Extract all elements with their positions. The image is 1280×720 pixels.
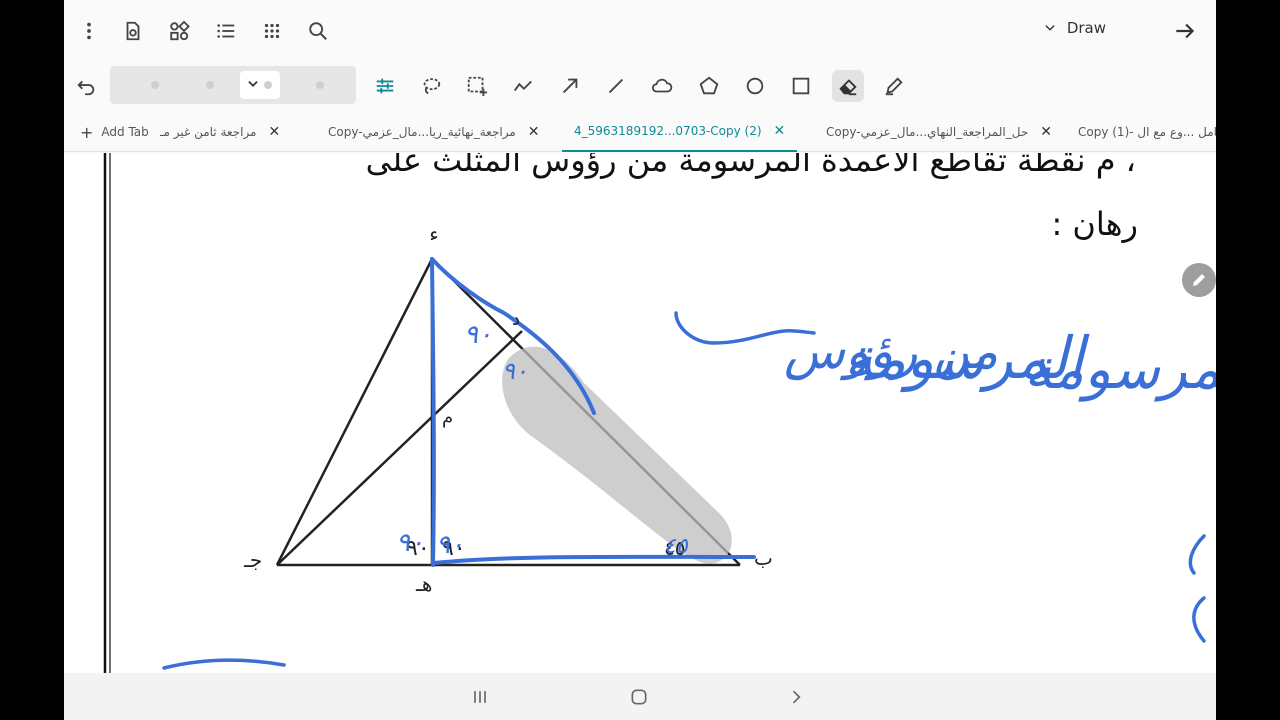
add-tab-button[interactable]: + Add Tab <box>80 112 149 152</box>
apps-grid-icon[interactable] <box>257 16 287 46</box>
pen-icon[interactable] <box>878 70 910 102</box>
pen-preset-4[interactable] <box>316 81 324 89</box>
home-icon[interactable] <box>627 685 651 709</box>
ink-text-3: ة المرسومة <box>1024 337 1216 402</box>
ink-angle-foot-right: ٩٠ <box>436 530 464 560</box>
pencil-icon <box>1193 274 1205 286</box>
tab-1[interactable]: مراجعة ثامن غير مـ ✕ <box>160 112 280 152</box>
vertex-label-right: ب <box>754 546 773 570</box>
vertex-label-foot: هـ <box>415 572 432 596</box>
list-icon[interactable] <box>211 16 241 46</box>
shapes-icon[interactable] <box>164 16 194 46</box>
more-vert-icon[interactable] <box>74 16 104 46</box>
document-page[interactable]: ، م نقطة تقاطع الأعمدة المرسومة من رؤوس … <box>64 153 1216 673</box>
point-label-m: م <box>442 407 453 428</box>
drawing-toolbar <box>64 62 1216 110</box>
vertex-label-left: جـ <box>243 548 262 572</box>
mode-label: Draw <box>1066 19 1106 37</box>
system-nav-bar <box>64 673 1216 720</box>
lasso-icon[interactable] <box>415 70 447 102</box>
adjust-icon[interactable] <box>369 70 401 102</box>
line-icon[interactable] <box>600 70 632 102</box>
ink-angle-b: ٤٥ <box>664 534 689 559</box>
ink-angle-foot-left: ٩٠ <box>396 528 424 558</box>
tab-label: 4_5963189192...0703-Copy (2) <box>574 124 762 138</box>
back-icon[interactable] <box>784 685 808 709</box>
tab-label: Copy-حل_المراجعة_النهاي...مال_عزمي <box>826 125 1029 139</box>
close-icon[interactable]: ✕ <box>269 124 281 140</box>
eraser-trail <box>502 346 732 564</box>
tab-2[interactable]: Copy-مراجعة_نهائية_ريا...مال_عزمي ✕ <box>328 112 540 152</box>
pentagon-icon[interactable] <box>693 70 725 102</box>
pen-preset-1[interactable] <box>151 81 159 89</box>
tab-label: Copy-مراجعة_نهائية_ريا...مال_عزمي <box>328 125 516 139</box>
close-icon[interactable]: ✕ <box>528 124 540 140</box>
pen-presets[interactable] <box>110 66 356 104</box>
page-settings-icon[interactable] <box>118 16 148 46</box>
point-label-d: د <box>512 309 520 330</box>
mode-dropdown[interactable]: Draw <box>1043 19 1106 37</box>
close-icon[interactable]: ✕ <box>1040 124 1052 140</box>
arrow-right-icon[interactable] <box>1172 18 1198 44</box>
pen-preset-3-dot <box>264 81 272 89</box>
tab-label: Copy (1)- شامل ...وع مع ال <box>1078 125 1216 139</box>
ink-annotations <box>162 257 1206 670</box>
recents-icon[interactable] <box>468 685 492 709</box>
cloud-shape-icon[interactable] <box>646 70 678 102</box>
circle-icon[interactable] <box>739 70 771 102</box>
close-icon[interactable]: ✕ <box>774 123 786 139</box>
ink-angle-d: ٩٠ <box>464 320 492 350</box>
tab-bar: + Add Tab مراجعة ثامن غير مـ ✕ Copy-مراج… <box>64 112 1216 152</box>
select-rect-icon[interactable] <box>461 70 493 102</box>
undo-icon[interactable] <box>70 70 102 102</box>
search-icon[interactable] <box>303 16 333 46</box>
eraser-icon[interactable] <box>832 70 864 102</box>
tab-label: مراجعة ثامن غير مـ <box>160 125 257 139</box>
chevron-down-icon <box>248 81 258 87</box>
arrow-icon[interactable] <box>554 70 586 102</box>
plus-icon: + <box>80 122 94 142</box>
tab-4[interactable]: Copy-حل_المراجعة_النهاي...مال_عزمي ✕ <box>826 112 1052 152</box>
rectangle-icon[interactable] <box>785 70 817 102</box>
scribble-icon[interactable] <box>507 70 539 102</box>
chevron-down-icon <box>1045 25 1055 31</box>
page-drawing: ء جـ ب هـ م د ٩٠ ٩٠ ٤٥ ٩٠ ٩٠ ٩٠ ٩٠ ٤٥ من… <box>103 153 1216 673</box>
ink-angle-d2: ٩٠ <box>502 357 528 385</box>
add-tab-label: Add Tab <box>101 125 149 139</box>
tab-5[interactable]: Copy (1)- شامل ...وع مع ال <box>1078 112 1216 152</box>
top-toolbar: Draw <box>64 0 1216 62</box>
tab-3-active[interactable]: 4_5963189192...0703-Copy (2) ✕ <box>562 112 798 152</box>
pen-preset-2[interactable] <box>206 81 214 89</box>
edit-fab[interactable] <box>1182 263 1216 297</box>
pen-preset-selected[interactable] <box>240 71 280 99</box>
vertex-label-top: ء <box>429 222 438 246</box>
notes-app: Draw + Add Tab مراجعة ثامن غير مـ ✕ Copy… <box>64 0 1216 720</box>
